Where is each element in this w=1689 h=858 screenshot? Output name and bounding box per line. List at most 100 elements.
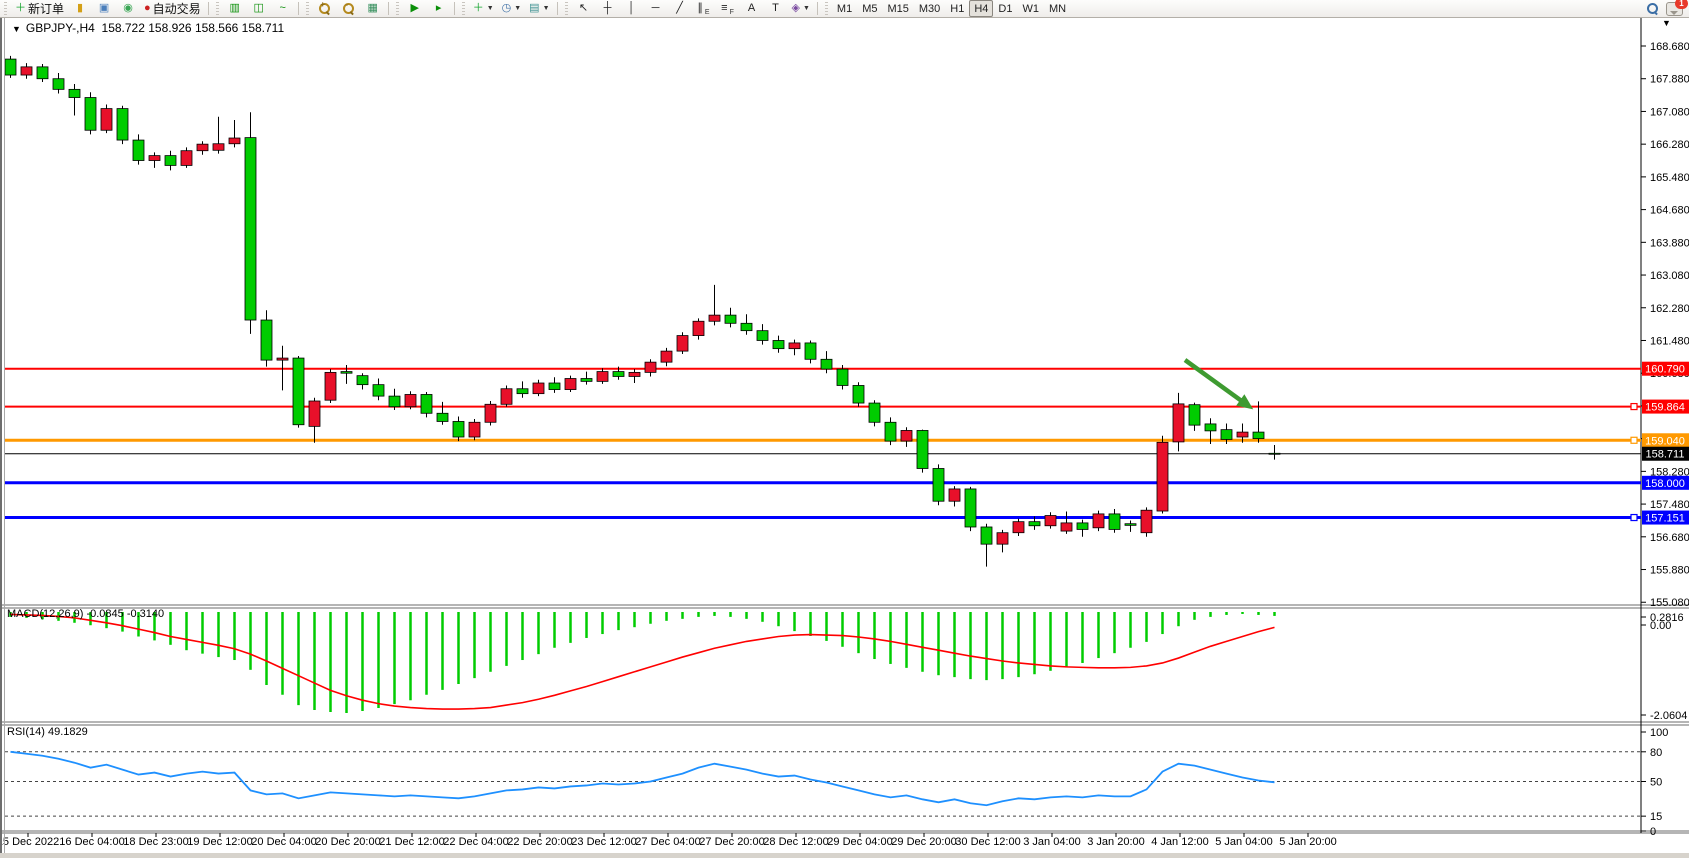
candlestick[interactable] (933, 468, 944, 501)
candlestick[interactable] (101, 109, 112, 131)
macd-axis-label[interactable]: 0.00 (1650, 620, 1671, 632)
scroll-corner-icon[interactable]: ▼ (1662, 18, 1671, 28)
price-tick-label[interactable]: 161.480 (1650, 335, 1689, 347)
time-axis-label[interactable]: 21 Dec 12:00 (379, 836, 444, 848)
search-icon[interactable] (1647, 3, 1658, 14)
candlestick[interactable] (677, 336, 688, 352)
candlestick[interactable] (1157, 442, 1168, 511)
candlestick[interactable] (261, 320, 272, 360)
line-chart-button[interactable]: ~ (272, 0, 294, 17)
candlestick[interactable] (741, 323, 752, 330)
time-axis-label[interactable]: 30 Dec 12:00 (955, 836, 1020, 848)
trendline-button[interactable]: ╱ (669, 0, 691, 17)
price-badge-label[interactable]: 157.151 (1645, 513, 1685, 525)
vline-button[interactable]: │ (621, 0, 643, 17)
candlestick[interactable] (373, 385, 384, 396)
time-axis-label[interactable]: 19 Dec 12:00 (187, 836, 252, 848)
candlestick[interactable] (341, 372, 352, 374)
symbol-dropdown-icon[interactable]: ▼ (12, 24, 21, 34)
timeframe-d1-button[interactable]: D1 (993, 0, 1017, 17)
candlestick[interactable] (901, 430, 912, 441)
candlestick[interactable] (773, 340, 784, 348)
time-axis-label[interactable]: 29 Dec 04:00 (827, 836, 892, 848)
shapes-button-dropdown-icon[interactable]: ▼ (803, 5, 810, 12)
price-tick-label[interactable]: 162.280 (1650, 303, 1689, 315)
candlestick[interactable] (725, 315, 736, 323)
signal-button[interactable]: ◉ (117, 0, 139, 17)
candlestick[interactable] (981, 527, 992, 544)
candlestick[interactable] (613, 372, 624, 377)
chart-canvas[interactable]: 168.680167.880167.080166.280165.480164.6… (0, 0, 1689, 858)
candlestick[interactable] (1221, 430, 1232, 440)
time-axis-label[interactable]: 15 Dec 2022 (0, 836, 59, 848)
cursor-button[interactable]: ↖ (573, 0, 595, 17)
time-axis-label[interactable]: 27 Dec 20:00 (699, 836, 764, 848)
chart-shift-button[interactable]: ▸ (428, 0, 450, 17)
candlestick[interactable] (885, 422, 896, 441)
zoom-out-button[interactable]: - (338, 0, 360, 17)
price-badge-label[interactable]: 158.711 (1646, 449, 1685, 461)
candlestick[interactable] (1205, 424, 1216, 431)
price-badge-label[interactable]: 160.790 (1645, 364, 1685, 376)
candlestick[interactable] (421, 394, 432, 413)
candlestick[interactable] (517, 389, 528, 394)
candlestick[interactable] (165, 156, 176, 166)
rsi-axis-label[interactable]: 15 (1650, 811, 1662, 823)
rsi-axis-label[interactable]: 0 (1650, 826, 1656, 838)
candlestick[interactable] (661, 351, 672, 362)
candlestick[interactable] (629, 372, 640, 376)
indicators-button-dropdown-icon[interactable]: ▼ (487, 5, 494, 12)
price-badge-label[interactable]: 159.040 (1645, 435, 1685, 447)
candlestick[interactable] (533, 383, 544, 394)
time-axis-label[interactable]: 5 Jan 20:00 (1279, 836, 1337, 848)
price-tick-label[interactable]: 168.680 (1650, 41, 1689, 53)
macd-signal-line[interactable] (11, 614, 1275, 709)
price-tick-label[interactable]: 157.480 (1650, 499, 1689, 511)
candlestick[interactable] (197, 144, 208, 151)
candlestick[interactable] (229, 138, 240, 144)
candlestick[interactable] (549, 383, 560, 390)
candlestick[interactable] (1109, 514, 1120, 530)
candle-chart-button[interactable]: ◫ (248, 0, 270, 17)
candlestick[interactable] (181, 151, 192, 166)
price-tick-label[interactable]: 167.880 (1650, 74, 1689, 86)
auto-scroll-button[interactable]: ▶ (404, 0, 426, 17)
auto-trading-button[interactable]: ●自动交易 (141, 0, 204, 17)
candlestick[interactable] (437, 413, 448, 421)
timeframe-mn-button[interactable]: MN (1044, 0, 1071, 17)
candlestick[interactable] (53, 79, 64, 90)
time-axis-label[interactable]: 3 Jan 20:00 (1087, 836, 1145, 848)
time-axis-label[interactable]: 4 Jan 12:00 (1151, 836, 1209, 848)
candlestick[interactable] (805, 343, 816, 359)
crosshair-button[interactable]: ┼ (597, 0, 619, 17)
channel-button[interactable]: ∥E (693, 0, 715, 17)
zoom-in-button[interactable]: + (314, 0, 336, 17)
templates-button-dropdown-icon[interactable]: ▼ (543, 5, 550, 12)
time-axis-label[interactable]: 16 Dec 04:00 (59, 836, 124, 848)
rsi-line[interactable] (11, 752, 1275, 805)
time-axis-label[interactable]: 27 Dec 04:00 (635, 836, 700, 848)
tile-windows-button[interactable]: ▦ (362, 0, 384, 17)
candlestick[interactable] (853, 385, 864, 403)
candlestick[interactable] (501, 389, 512, 405)
candlestick[interactable] (1061, 523, 1072, 531)
candlestick[interactable] (1077, 523, 1088, 530)
candlestick[interactable] (757, 331, 768, 341)
candlestick[interactable] (1029, 522, 1040, 526)
time-axis-label[interactable]: 20 Dec 04:00 (251, 836, 316, 848)
candlestick[interactable] (1093, 514, 1104, 528)
candlestick[interactable] (869, 403, 880, 422)
rsi-axis-label[interactable]: 100 (1650, 727, 1668, 739)
time-axis-label[interactable]: 22 Dec 04:00 (443, 836, 508, 848)
price-line-handle[interactable] (1631, 437, 1637, 443)
candlestick[interactable] (565, 379, 576, 390)
candlestick[interactable] (821, 359, 832, 369)
price-tick-label[interactable]: 166.280 (1650, 139, 1689, 151)
candlestick[interactable] (469, 422, 480, 437)
candlestick[interactable] (453, 421, 464, 437)
price-tick-label[interactable]: 164.680 (1650, 205, 1689, 217)
candlestick[interactable] (1125, 524, 1136, 526)
timeframe-h4-button[interactable]: H4 (969, 0, 993, 17)
timeframe-m30-button[interactable]: M30 (914, 0, 945, 17)
candlestick[interactable] (1013, 522, 1024, 533)
